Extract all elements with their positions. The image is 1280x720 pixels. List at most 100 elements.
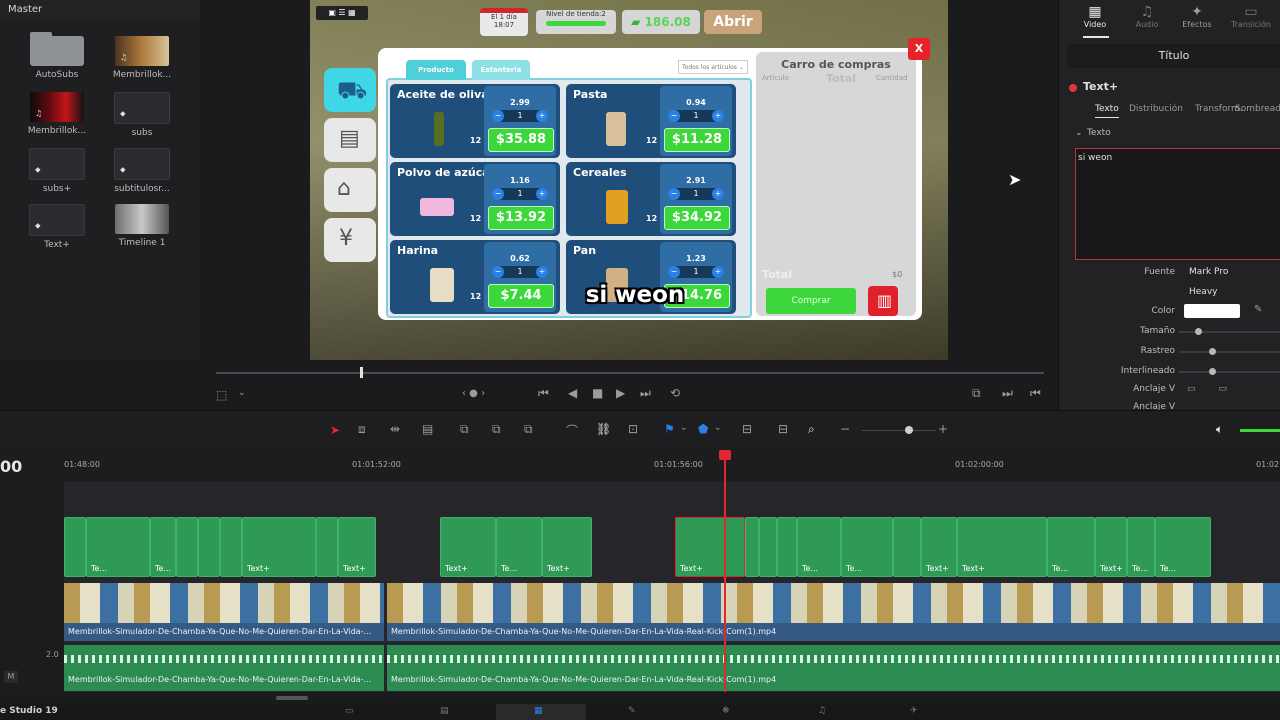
audio-clip[interactable]: Membrillok-Simulador-De-Chamba-Ya-Que-No…: [387, 645, 1280, 691]
page-fairlight-icon[interactable]: ♫: [818, 706, 826, 716]
text-clip[interactable]: [777, 517, 797, 577]
playhead-handle[interactable]: [719, 450, 731, 460]
tab-video[interactable]: ▦ Video: [1069, 4, 1121, 29]
subtab-sombreado[interactable]: Sombreado: [1235, 104, 1280, 114]
jog-icon[interactable]: ‹ ● ›: [462, 388, 485, 399]
play-icon[interactable]: ▶: [616, 386, 625, 400]
size-slider[interactable]: [1179, 328, 1280, 335]
stop-icon[interactable]: ■: [592, 386, 603, 400]
pool-header[interactable]: Master: [0, 0, 200, 20]
text-clip[interactable]: Text+: [957, 517, 1047, 577]
eyedropper-icon[interactable]: ✎: [1254, 304, 1262, 315]
slider-handle[interactable]: [1209, 348, 1216, 355]
text-clip[interactable]: Te...: [1047, 517, 1095, 577]
chevron-down-icon[interactable]: ⌄: [1075, 128, 1083, 138]
text-clip-selected[interactable]: Text+: [675, 517, 745, 577]
audio-clip[interactable]: Membrillok-Simulador-De-Chamba-Ya-Que-No…: [64, 645, 384, 691]
zoom-out-icon[interactable]: −: [840, 422, 850, 436]
dynamic-trim-icon[interactable]: ⇹: [390, 422, 400, 436]
marker-icon[interactable]: ⬟: [698, 422, 708, 436]
text-clip[interactable]: [893, 517, 921, 577]
anchor-align-icons[interactable]: ▭ ▭: [1187, 384, 1227, 394]
text-clip[interactable]: Te...: [841, 517, 893, 577]
text-clip[interactable]: [64, 517, 86, 577]
page-fusion-icon[interactable]: ✎: [628, 706, 636, 716]
playhead[interactable]: [724, 450, 726, 692]
skip-end-icon[interactable]: ⏭: [640, 386, 651, 401]
play-reverse-icon[interactable]: ◀: [568, 386, 577, 400]
node-status-dot[interactable]: [1069, 84, 1077, 92]
timeline-ruler[interactable]: [0, 446, 1280, 482]
zoom-fit-icon[interactable]: ⊟: [742, 422, 752, 436]
selection-tool-icon[interactable]: ➤: [330, 423, 340, 437]
text-clip[interactable]: [198, 517, 220, 577]
mute-button[interactable]: M: [4, 671, 18, 683]
zoom-in-icon[interactable]: +: [938, 422, 948, 436]
flag-icon[interactable]: ⚑: [664, 422, 675, 436]
text-clip[interactable]: [316, 517, 338, 577]
pool-clip-autosubs[interactable]: AutoSubs: [17, 32, 97, 80]
pool-clip-subtitulos[interactable]: ⬥ subtitulosr...: [102, 148, 182, 194]
pool-clip-membrillok-2[interactable]: ♫ Membrillok...: [17, 92, 97, 136]
leading-slider[interactable]: [1179, 368, 1280, 375]
font-select[interactable]: Mark Pro: [1189, 267, 1228, 277]
zoom-slider[interactable]: [862, 430, 936, 431]
text-clip[interactable]: Text+: [338, 517, 376, 577]
text-clip[interactable]: [176, 517, 198, 577]
viewer-scrubber[interactable]: [216, 372, 1044, 374]
next-edit-icon[interactable]: ⏭: [1002, 386, 1013, 401]
font-style-select[interactable]: Heavy: [1189, 287, 1217, 297]
subtab-distribucion[interactable]: Distribución: [1129, 104, 1183, 114]
text-clip[interactable]: Te...: [86, 517, 150, 577]
pool-clip-timeline-1[interactable]: Timeline 1: [102, 204, 182, 248]
page-edit-tab[interactable]: ▦: [496, 704, 586, 720]
text-clip[interactable]: Text+: [921, 517, 957, 577]
text-clip[interactable]: [220, 517, 242, 577]
tracking-slider[interactable]: [1179, 348, 1280, 355]
section-texto[interactable]: Texto: [1087, 128, 1111, 138]
pool-clip-subs[interactable]: ⬥ subs: [102, 92, 182, 138]
pool-clip-subs-plus[interactable]: ⬥ subs+: [17, 148, 97, 194]
text-clip[interactable]: [745, 517, 759, 577]
page-deliver-icon[interactable]: ✈: [910, 706, 918, 716]
text-clip[interactable]: Te...: [797, 517, 841, 577]
pool-clip-membrillok-1[interactable]: ♫ Membrillok...: [102, 36, 182, 80]
chevron-down-icon[interactable]: ⌄: [714, 423, 722, 433]
slider-handle[interactable]: [1195, 328, 1202, 335]
link-icon[interactable]: ⛓: [596, 422, 611, 436]
timeline-scrollbar[interactable]: [276, 696, 308, 700]
chevron-down-icon[interactable]: ⌄: [680, 423, 688, 433]
tab-transition[interactable]: ▭ Transición: [1225, 4, 1277, 29]
loop-icon[interactable]: ⟲: [670, 386, 680, 400]
lock-icon[interactable]: ⊡: [628, 422, 638, 436]
text-clip[interactable]: Te...: [150, 517, 176, 577]
insert-clip-icon[interactable]: ⧉: [460, 422, 469, 437]
page-cut-icon[interactable]: ▤: [440, 706, 449, 716]
text-clip[interactable]: Text+: [242, 517, 316, 577]
tab-title[interactable]: Título: [1067, 44, 1280, 68]
text-content-field[interactable]: si weon: [1075, 148, 1280, 260]
prev-edit-icon[interactable]: ⏮: [1030, 386, 1041, 401]
tab-effects[interactable]: ✦ Efectos: [1171, 4, 1223, 29]
overwrite-clip-icon[interactable]: ⧉: [492, 422, 501, 437]
video-clip[interactable]: Membrillok-Simulador-De-Chamba-Ya-Que-No…: [64, 583, 384, 641]
zoom-custom-icon[interactable]: ⌕: [808, 422, 815, 437]
replace-clip-icon[interactable]: ⧉: [524, 422, 533, 437]
text-clip[interactable]: Text+: [440, 517, 496, 577]
match-frame-icon[interactable]: ⧉: [972, 386, 981, 401]
blade-tool-icon[interactable]: ▤: [422, 422, 433, 436]
color-swatch[interactable]: [1184, 304, 1240, 318]
text-clip[interactable]: Text+: [542, 517, 592, 577]
zoom-slider-handle[interactable]: [905, 426, 913, 434]
tab-audio[interactable]: ♫ Audio: [1121, 4, 1173, 29]
trim-tool-icon[interactable]: ⧈: [358, 422, 366, 437]
speaker-icon[interactable]: 🔈︎: [1216, 422, 1223, 437]
viewer-scrub-handle[interactable]: [360, 367, 363, 378]
text-clip[interactable]: Te...: [1127, 517, 1155, 577]
subtab-texto[interactable]: Texto: [1095, 104, 1119, 114]
snapping-icon[interactable]: ⌒: [566, 422, 578, 439]
volume-meter[interactable]: [1240, 429, 1280, 432]
text-clip[interactable]: Te...: [496, 517, 542, 577]
video-clip[interactable]: Membrillok-Simulador-De-Chamba-Ya-Que-No…: [387, 583, 1280, 641]
page-media-icon[interactable]: ▭: [345, 706, 354, 716]
